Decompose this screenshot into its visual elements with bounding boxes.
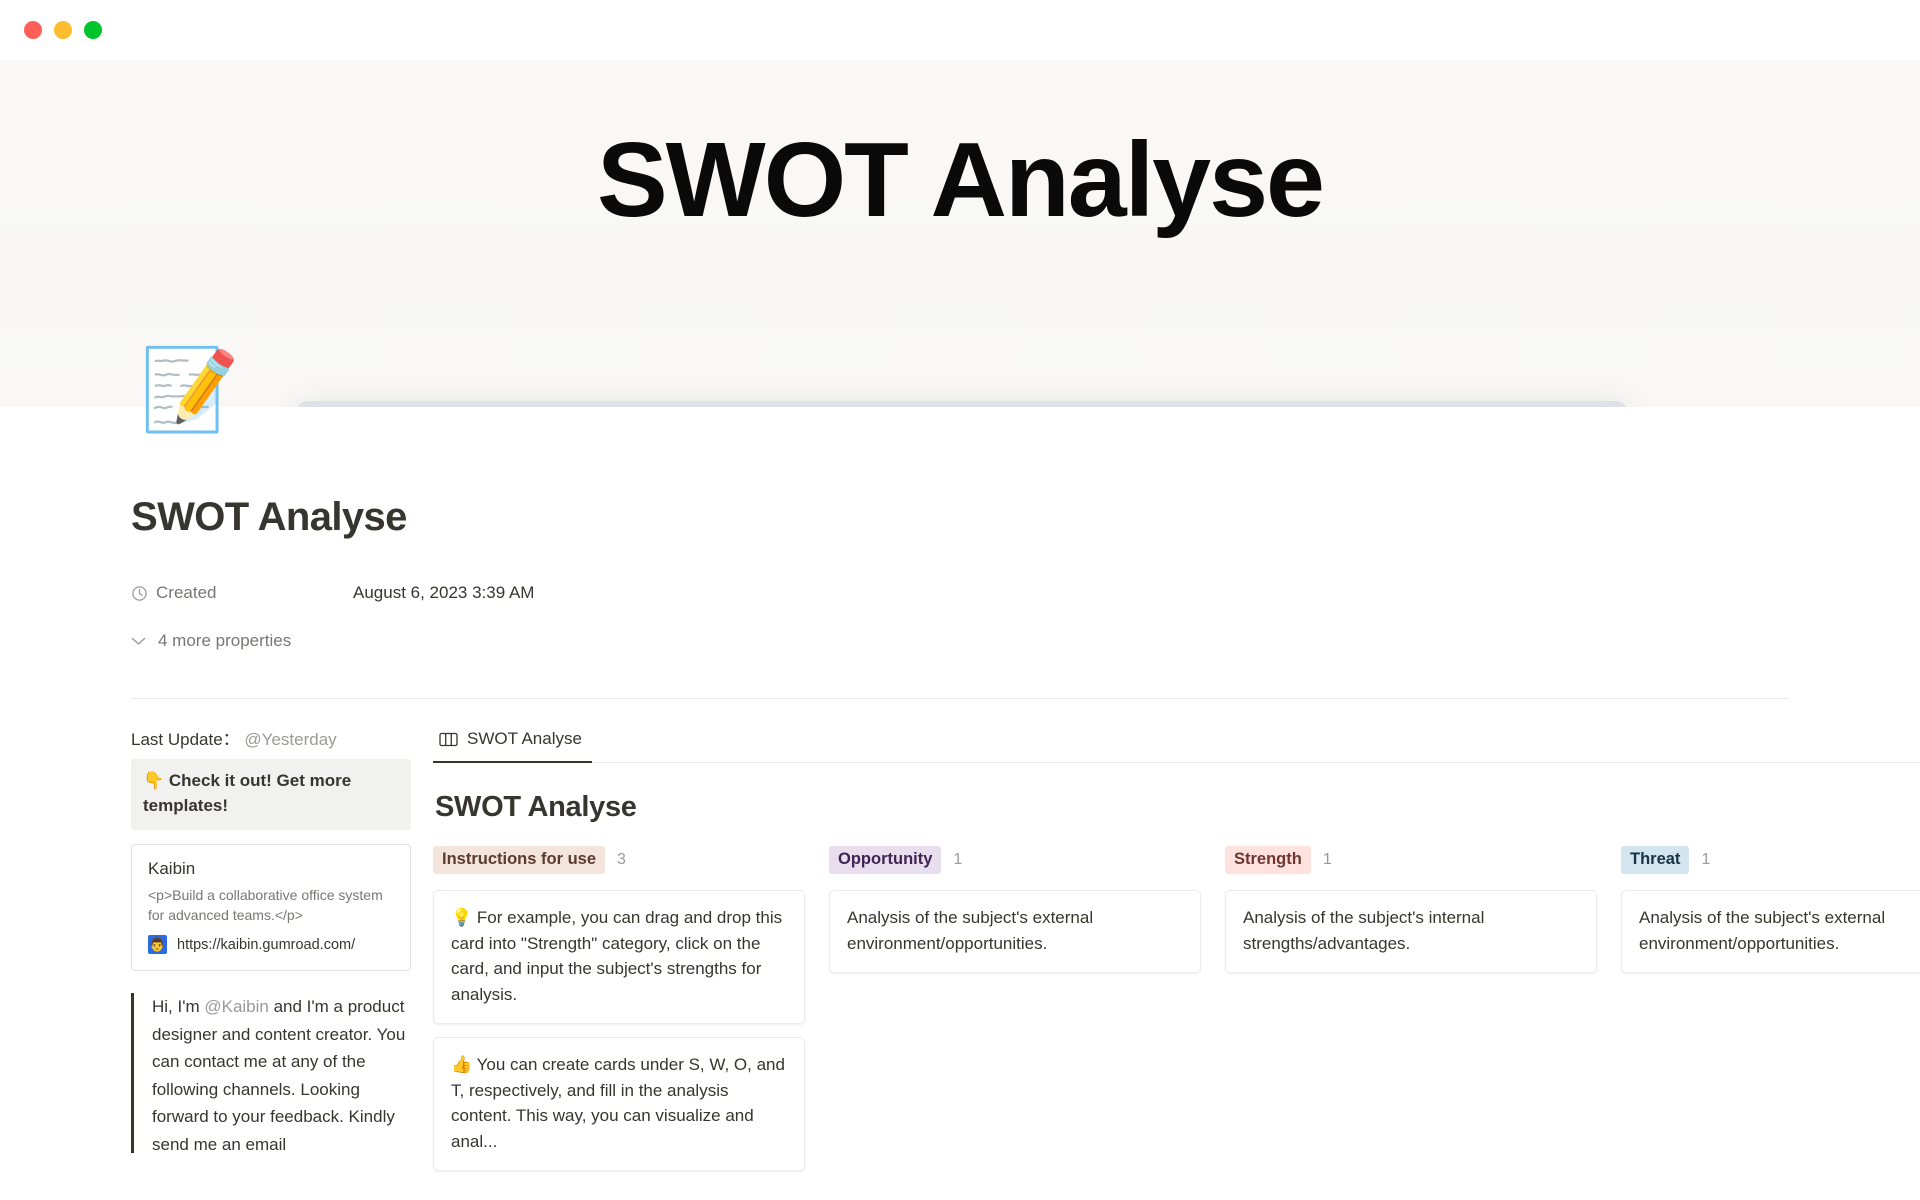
board-card[interactable]: Analysis of the subject's internal stren… xyxy=(1225,890,1597,973)
page-body: SWOT Analyse Created August 6, 2023 3:39… xyxy=(0,407,1920,1184)
board-column-threat: Threat 1 Analysis of the subject's exter… xyxy=(1621,844,1920,1184)
quote-mention[interactable]: @Kaibin xyxy=(204,997,269,1016)
status-badge: Threat xyxy=(1621,846,1690,874)
board-column-strength: Strength 1 Analysis of the subject's int… xyxy=(1225,844,1597,1184)
left-column: Last Update： @Yesterday 👇 Check it out! … xyxy=(131,725,433,1184)
board-view-tabs: SWOT Analyse xyxy=(433,725,1920,763)
board-column-header[interactable]: Threat 1 xyxy=(1621,844,1920,876)
board-card[interactable]: 👍 You can create cards under S, W, O, an… xyxy=(433,1037,805,1171)
card-count: 1 xyxy=(1701,851,1711,868)
bookmark-description: <p>Build a collaborative office system f… xyxy=(148,887,383,924)
board-column-header[interactable]: Strength 1 xyxy=(1225,844,1597,876)
close-window-button[interactable] xyxy=(24,21,42,39)
cover-title: SWOT Analyse xyxy=(596,121,1325,239)
board-card[interactable]: Analysis of the subject's external envir… xyxy=(829,890,1201,973)
board-column-opportunity: Opportunity 1 Analysis of the subject's … xyxy=(829,844,1201,1184)
page-emoji-icon[interactable]: 📝 xyxy=(140,344,240,436)
bookmark-card[interactable]: Kaibin <p>Build a collaborative office s… xyxy=(131,844,411,972)
board-heading: SWOT Analyse xyxy=(435,791,637,823)
more-properties-label: 4 more properties xyxy=(158,631,292,650)
page-cover: SWOT Analyse Kaibin Notion Temeplate × +… xyxy=(0,60,1920,407)
last-update-label: Last Update： xyxy=(131,730,240,749)
bookmark-title: Kaibin xyxy=(148,859,196,879)
board-column-header[interactable]: Opportunity 1 xyxy=(829,844,1201,876)
board-view-icon xyxy=(439,732,458,747)
card-count: 3 xyxy=(617,851,626,868)
board-columns: Instructions for use 3 💡 For example, yo… xyxy=(433,844,1920,1184)
last-update-mention[interactable]: @Yesterday xyxy=(244,730,336,749)
bookmark-link-row[interactable]: 👨 https://kaibin.gumroad.com/ xyxy=(148,935,394,955)
board-column-header[interactable]: Instructions for use 3 xyxy=(433,844,805,876)
status-badge: Strength xyxy=(1225,846,1311,874)
last-update-line: Last Update： @Yesterday xyxy=(131,725,411,750)
clock-icon xyxy=(131,585,148,602)
page-columns: Last Update： @Yesterday 👇 Check it out! … xyxy=(0,699,1920,1184)
status-badge: Opportunity xyxy=(829,846,942,874)
card-count: 1 xyxy=(1322,851,1332,868)
bookmark-url: https://kaibin.gumroad.com/ xyxy=(177,936,356,953)
board-card[interactable]: Analysis of the subject's external envir… xyxy=(1621,890,1920,973)
right-column: SWOT Analyse SWOT Analyse Instructions f… xyxy=(433,725,1920,1184)
board-column-instructions-for-use: Instructions for use 3 💡 For example, yo… xyxy=(433,844,805,1184)
more-properties-toggle[interactable]: 4 more properties xyxy=(131,626,1789,656)
quote-text-part1: Hi, I'm xyxy=(152,997,205,1017)
property-label: Created xyxy=(131,583,353,603)
favicon-icon: 👨 xyxy=(148,935,167,955)
tab-label: SWOT Analyse xyxy=(467,729,582,748)
promo-callout: 👇 Check it out! Get more templates! xyxy=(131,759,411,831)
tab-swot-analyse[interactable]: SWOT Analyse xyxy=(433,725,592,763)
property-row-created[interactable]: Created August 6, 2023 3:39 AM xyxy=(131,576,1789,610)
maximize-window-button[interactable] xyxy=(84,21,102,39)
status-badge: Instructions for use xyxy=(433,846,606,874)
page-properties: Created August 6, 2023 3:39 AM 4 more pr… xyxy=(131,540,1789,656)
property-value: August 6, 2023 3:39 AM xyxy=(353,583,535,602)
author-quote-block: Hi, I'm @Kaibin and I'm a product design… xyxy=(131,993,411,1154)
window-title-bar xyxy=(0,0,1920,60)
page-title[interactable]: SWOT Analyse xyxy=(131,407,1789,540)
board-card[interactable]: 💡 For example, you can drag and drop thi… xyxy=(433,890,805,1024)
property-name: Created xyxy=(156,583,217,602)
minimize-window-button[interactable] xyxy=(54,21,72,39)
card-count: 1 xyxy=(953,851,963,868)
chevron-down-icon xyxy=(131,637,146,646)
